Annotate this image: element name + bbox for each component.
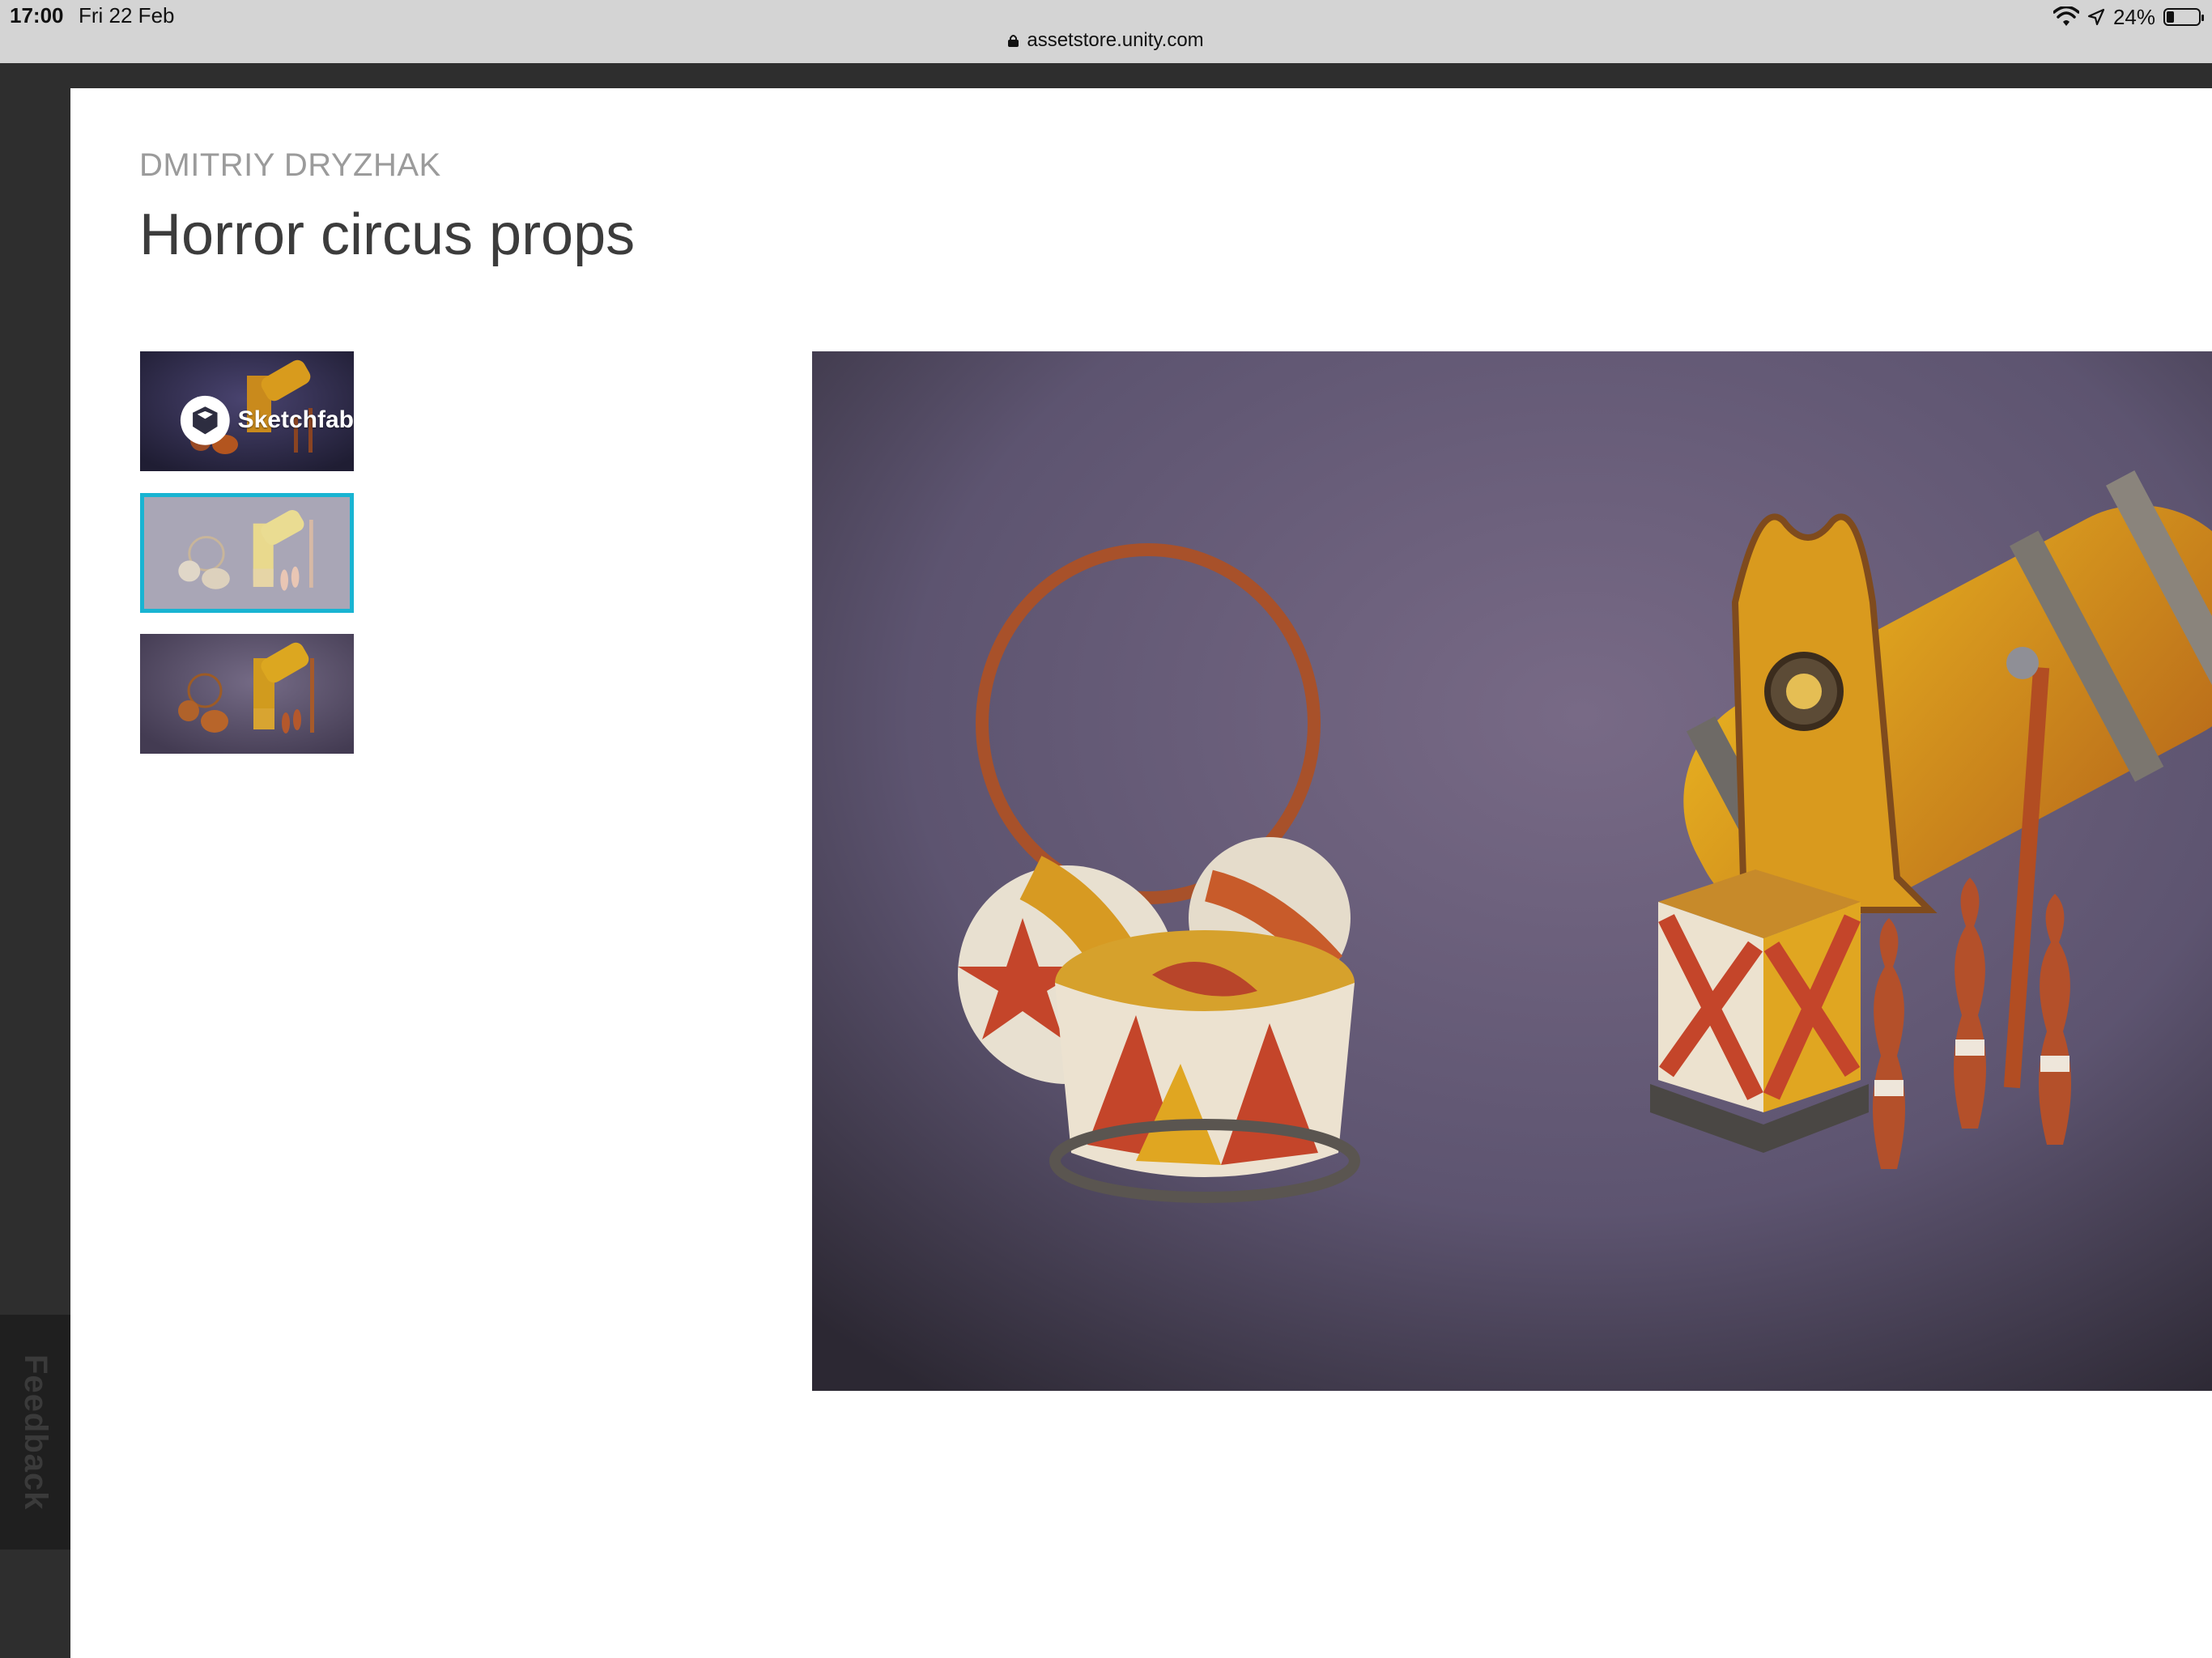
location-arrow-icon <box>2087 8 2105 26</box>
status-time: 17:00 <box>10 3 64 28</box>
sketchfab-badge: Sketchfab <box>179 394 354 447</box>
page-title: Horror circus props <box>139 202 636 267</box>
thumbnail-3[interactable] <box>140 634 354 754</box>
status-bar: 17:00 Fri 22 Feb 24% assetstore.unity.co… <box>0 0 2212 63</box>
browser-toolbar-strip <box>0 63 2212 88</box>
status-indicators: 24% <box>2052 3 2204 31</box>
sketchfab-badge-label: Sketchfab <box>237 406 354 434</box>
feedback-label: Feedback <box>18 1354 53 1511</box>
thumbnail-sketchfab[interactable]: Sketchfab <box>140 351 354 471</box>
status-date: Fri 22 Feb <box>79 3 175 28</box>
product-panel: DMITRIY DRYZHAK Horror circus props Sket… <box>70 88 2212 1658</box>
feedback-tab[interactable]: Feedback <box>0 1315 70 1550</box>
thumbnail-image <box>144 497 350 609</box>
main-preview-image[interactable] <box>812 351 2212 1391</box>
url-text: assetstore.unity.com <box>1027 29 1204 51</box>
battery-percent: 24% <box>2112 4 2155 29</box>
circus-props-render <box>812 351 2212 1391</box>
thumbnail-image <box>140 634 354 754</box>
publisher-name[interactable]: DMITRIY DRYZHAK <box>139 147 441 184</box>
wifi-icon <box>2052 6 2079 26</box>
battery-icon <box>2163 8 2204 26</box>
lock-icon <box>1008 35 1019 47</box>
address-bar[interactable]: assetstore.unity.com <box>0 29 2212 52</box>
sketchfab-logo-icon <box>180 395 230 445</box>
thumbnail-2[interactable] <box>140 493 354 613</box>
